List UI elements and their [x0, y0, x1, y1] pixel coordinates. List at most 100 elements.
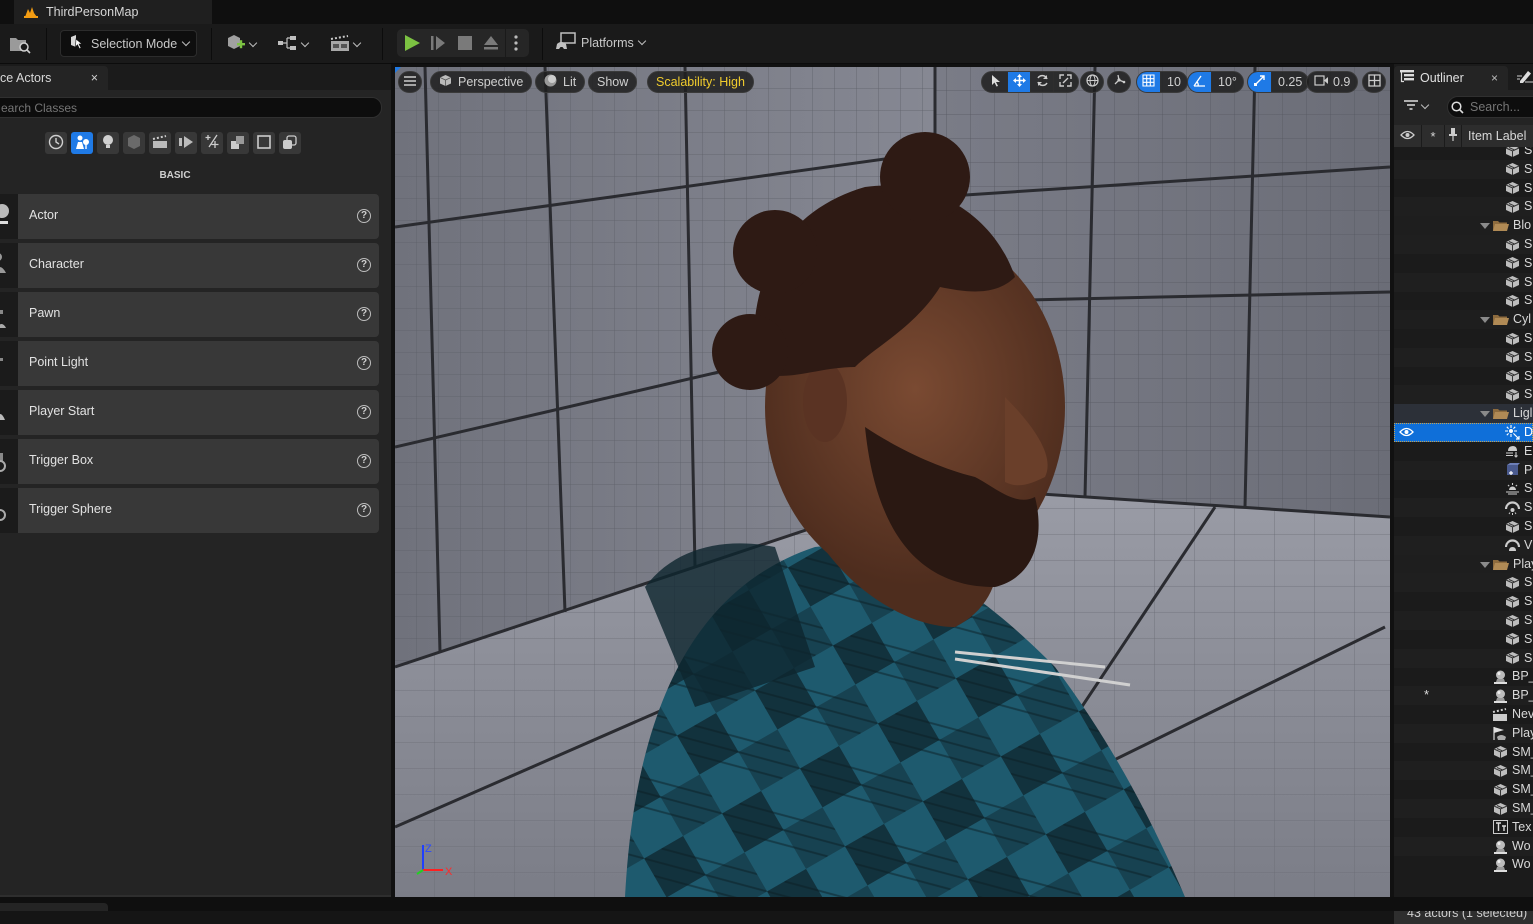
outliner-actor-row[interactable]: SM_: [1394, 743, 1533, 762]
outliner-actor-row[interactable]: S: [1394, 479, 1533, 498]
outliner-actor-row[interactable]: SM_: [1394, 761, 1533, 781]
rotation-snap-value[interactable]: 10°: [1211, 72, 1243, 92]
content-browser-tab[interactable]: [0, 903, 108, 911]
actor-item-actor[interactable]: Actor ?: [0, 194, 379, 239]
outliner-actor-row[interactable]: S: [1394, 367, 1533, 386]
viewport-layout-button[interactable]: [1362, 71, 1386, 93]
actor-item-trigger-box[interactable]: Trigger Box ?: [0, 439, 379, 484]
cinematics-button[interactable]: [330, 34, 362, 55]
grid-snap-toggle[interactable]: [1137, 72, 1160, 92]
outliner-actor-row[interactable]: S: [1394, 272, 1533, 292]
help-icon[interactable]: ?: [357, 258, 371, 272]
close-icon[interactable]: ×: [91, 71, 98, 85]
category-shapes[interactable]: [123, 132, 145, 154]
expand-arrow-icon[interactable]: [1480, 317, 1490, 324]
add-actor-button[interactable]: [226, 34, 258, 55]
outliner-actor-row[interactable]: S: [1394, 235, 1533, 254]
translate-tool[interactable]: [1007, 72, 1030, 92]
outliner-folder-row[interactable]: Ligl: [1394, 404, 1533, 424]
outliner-actor-row[interactable]: E: [1394, 442, 1533, 461]
actor-item-point-light[interactable]: Point Light ?: [0, 341, 379, 386]
more-options-icon[interactable]: [514, 35, 518, 54]
eject-icon[interactable]: [483, 35, 499, 54]
close-icon[interactable]: ×: [1491, 71, 1498, 85]
scale-snap-value[interactable]: 0.25: [1271, 72, 1308, 92]
item-label-column[interactable]: Item Label: [1462, 129, 1526, 143]
category-visual-effects[interactable]: [175, 132, 197, 154]
world-local-toggle[interactable]: [1080, 71, 1104, 93]
outliner-actor-row[interactable]: S: [1394, 347, 1533, 367]
eye-icon[interactable]: [1399, 426, 1414, 440]
actor-item-trigger-sphere[interactable]: Trigger Sphere ?: [0, 488, 379, 533]
outliner-actor-row[interactable]: Tex: [1394, 818, 1533, 837]
outliner-actor-row[interactable]: D: [1394, 423, 1533, 442]
outliner-actor-row[interactable]: Nev: [1394, 705, 1533, 724]
stop-icon[interactable]: [458, 36, 472, 53]
outliner-actor-row[interactable]: S: [1394, 517, 1533, 536]
rotate-tool[interactable]: [1030, 72, 1053, 92]
outliner-actor-row[interactable]: S: [1394, 291, 1533, 310]
expand-arrow-icon[interactable]: [1480, 223, 1490, 230]
document-tab[interactable]: ThirdPersonMap: [14, 0, 212, 24]
outliner-actor-row[interactable]: V: [1394, 535, 1533, 555]
outliner-folder-row[interactable]: Blo: [1394, 216, 1533, 236]
outliner-actor-row[interactable]: S: [1394, 648, 1533, 668]
selection-mode-dropdown[interactable]: Selection Mode: [60, 30, 197, 57]
grid-snap-value[interactable]: 10: [1160, 72, 1187, 92]
outliner-actor-row[interactable]: SM_: [1394, 780, 1533, 799]
scale-snap-toggle[interactable]: [1248, 72, 1271, 92]
select-tool[interactable]: [984, 72, 1007, 92]
category-basic[interactable]: [71, 132, 93, 154]
help-icon[interactable]: ?: [357, 307, 371, 321]
outliner-actor-row[interactable]: SM_: [1394, 799, 1533, 818]
viewport-menu-button[interactable]: [398, 71, 422, 93]
expand-arrow-icon[interactable]: [1480, 561, 1490, 568]
outliner-actor-row[interactable]: S: [1394, 630, 1533, 649]
details-tab-icon[interactable]: [1517, 70, 1533, 87]
lighting-mode-dropdown[interactable]: Lit: [535, 71, 586, 93]
outliner-actor-row[interactable]: Wo: [1394, 855, 1533, 874]
outliner-actor-row[interactable]: Play: [1394, 723, 1533, 743]
content-browser-button[interactable]: [9, 34, 31, 57]
view-mode-dropdown[interactable]: Perspective: [430, 71, 533, 93]
actor-item-character[interactable]: Character ?: [0, 243, 379, 288]
category-recent[interactable]: [45, 132, 67, 154]
favorite-column[interactable]: *: [1422, 125, 1445, 147]
play-icon[interactable]: [403, 34, 421, 55]
search-classes-input[interactable]: [0, 97, 382, 118]
actor-item-player-start[interactable]: Player Start ?: [0, 390, 379, 435]
scale-tool[interactable]: [1053, 72, 1076, 92]
outliner-actor-row[interactable]: S: [1394, 254, 1533, 273]
scalability-dropdown[interactable]: Scalability: High: [647, 71, 754, 93]
camera-speed-button[interactable]: 0.9: [1306, 71, 1359, 93]
outliner-actor-row[interactable]: S: [1394, 498, 1533, 518]
help-icon[interactable]: ?: [357, 356, 371, 370]
outliner-filter-button[interactable]: [1404, 99, 1430, 113]
help-icon[interactable]: ?: [357, 503, 371, 517]
category-all-classes[interactable]: [227, 132, 249, 154]
platforms-dropdown[interactable]: Platforms: [556, 32, 647, 53]
help-icon[interactable]: ?: [357, 454, 371, 468]
outliner-tab[interactable]: Outliner ×: [1394, 66, 1508, 90]
surface-snapping-toggle[interactable]: [1107, 71, 1131, 93]
outliner-folder-row[interactable]: Play: [1394, 554, 1533, 574]
outliner-actor-row[interactable]: Wo: [1394, 836, 1533, 856]
outliner-actor-row[interactable]: S: [1394, 573, 1533, 593]
outliner-folder-row[interactable]: Cyl: [1394, 310, 1533, 330]
outliner-actor-row[interactable]: S: [1394, 159, 1533, 179]
pin-column[interactable]: [1445, 125, 1462, 147]
help-icon[interactable]: ?: [357, 405, 371, 419]
category-cinematic[interactable]: [149, 132, 171, 154]
rotation-snap-toggle[interactable]: [1188, 72, 1211, 92]
outliner-actor-row[interactable]: S: [1394, 385, 1533, 405]
outliner-actor-row[interactable]: S: [1394, 179, 1533, 198]
blueprints-button[interactable]: [278, 36, 310, 53]
show-dropdown[interactable]: Show: [588, 71, 638, 93]
outliner-actor-row[interactable]: S: [1394, 592, 1533, 611]
category-geometry[interactable]: [253, 132, 275, 154]
place-actors-tab[interactable]: ce Actors ×: [0, 66, 108, 90]
outliner-actor-row[interactable]: S: [1394, 611, 1533, 630]
level-viewport[interactable]: Z X Perspective Lit Show Scalability: Hi…: [395, 67, 1390, 897]
category-volumes[interactable]: [279, 132, 301, 154]
category-lights[interactable]: [97, 132, 119, 154]
